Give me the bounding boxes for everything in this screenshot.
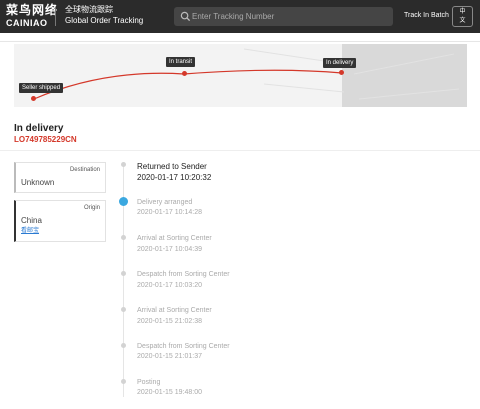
timeline-dot-current — [119, 197, 128, 206]
event-time: 2020-01-17 10:04:39 — [137, 246, 202, 253]
timeline-dot — [121, 307, 126, 312]
logo-chinese[interactable]: 菜鸟网络 — [6, 4, 58, 17]
event-status: Returned to Sender — [137, 162, 207, 171]
seller-shipped-tag: Seller shipped — [19, 83, 64, 93]
origin-marker — [31, 96, 36, 101]
event-status: Delivery arranged — [137, 199, 193, 206]
subtitle-english: Global Order Tracking — [65, 16, 144, 25]
subtitle-chinese: 全球物流跟踪 — [65, 5, 113, 14]
tracking-number-input[interactable] — [192, 9, 388, 24]
destination-card[interactable]: Destination Unknown — [14, 162, 106, 193]
timeline-dot — [121, 271, 126, 276]
event-status: Arrival at Sorting Center — [137, 235, 212, 242]
event-time: 2020-01-17 10:20:32 — [137, 173, 212, 182]
top-navbar: 菜鸟网络 CAINIAO 全球物流跟踪 Global Order Trackin… — [0, 0, 480, 33]
route-map: Seller shipped In transit In delivery — [14, 44, 467, 107]
event-status: Despatch from Sorting Center — [137, 271, 230, 278]
timeline-dot — [121, 162, 126, 167]
event-time: 2020-01-15 21:02:38 — [137, 318, 202, 325]
event-time: 2020-01-15 19:48:00 — [137, 389, 202, 396]
timeline-dot — [121, 235, 126, 240]
origin-card[interactable]: Origin China 看邮宝 — [14, 200, 106, 242]
in-transit-tag: In transit — [166, 57, 196, 67]
origin-carrier-link[interactable]: 看邮宝 — [21, 227, 39, 235]
event-time: 2020-01-17 10:03:20 — [137, 282, 202, 289]
delivery-marker — [339, 70, 344, 75]
route-line — [33, 69, 343, 100]
origin-value: China — [21, 216, 42, 225]
language-toggle-button[interactable]: 中 文 — [452, 6, 473, 27]
language-label-line2: 文 — [459, 18, 466, 24]
destination-value: Unknown — [21, 178, 55, 187]
event-status: Arrival at Sorting Center — [137, 307, 212, 314]
track-in-batch-link[interactable]: Track In Batch — [404, 11, 449, 21]
timeline-dot — [121, 379, 126, 384]
search-box[interactable] — [174, 7, 393, 26]
event-time: 2020-01-17 10:14:28 — [137, 209, 202, 216]
status-title: In delivery — [14, 123, 64, 134]
origin-label: Origin — [83, 205, 100, 211]
destination-label: Destination — [69, 167, 100, 173]
in-delivery-tag: In delivery — [323, 58, 357, 68]
route-map-graphic — [33, 48, 460, 100]
divider — [0, 41, 480, 42]
logo-english[interactable]: CAINIAO — [6, 18, 48, 28]
transit-marker — [182, 71, 187, 76]
language-label-line1: 中 — [459, 9, 466, 15]
event-time: 2020-01-15 21:01:37 — [137, 353, 202, 360]
event-status: Despatch from Sorting Center — [137, 343, 230, 350]
tracking-number: LO749785229CN — [14, 135, 77, 144]
divider — [0, 150, 480, 151]
search-icon[interactable] — [180, 11, 191, 22]
logo-divider — [55, 7, 56, 26]
timeline-dot — [121, 343, 126, 348]
event-status: Posting — [137, 379, 161, 386]
